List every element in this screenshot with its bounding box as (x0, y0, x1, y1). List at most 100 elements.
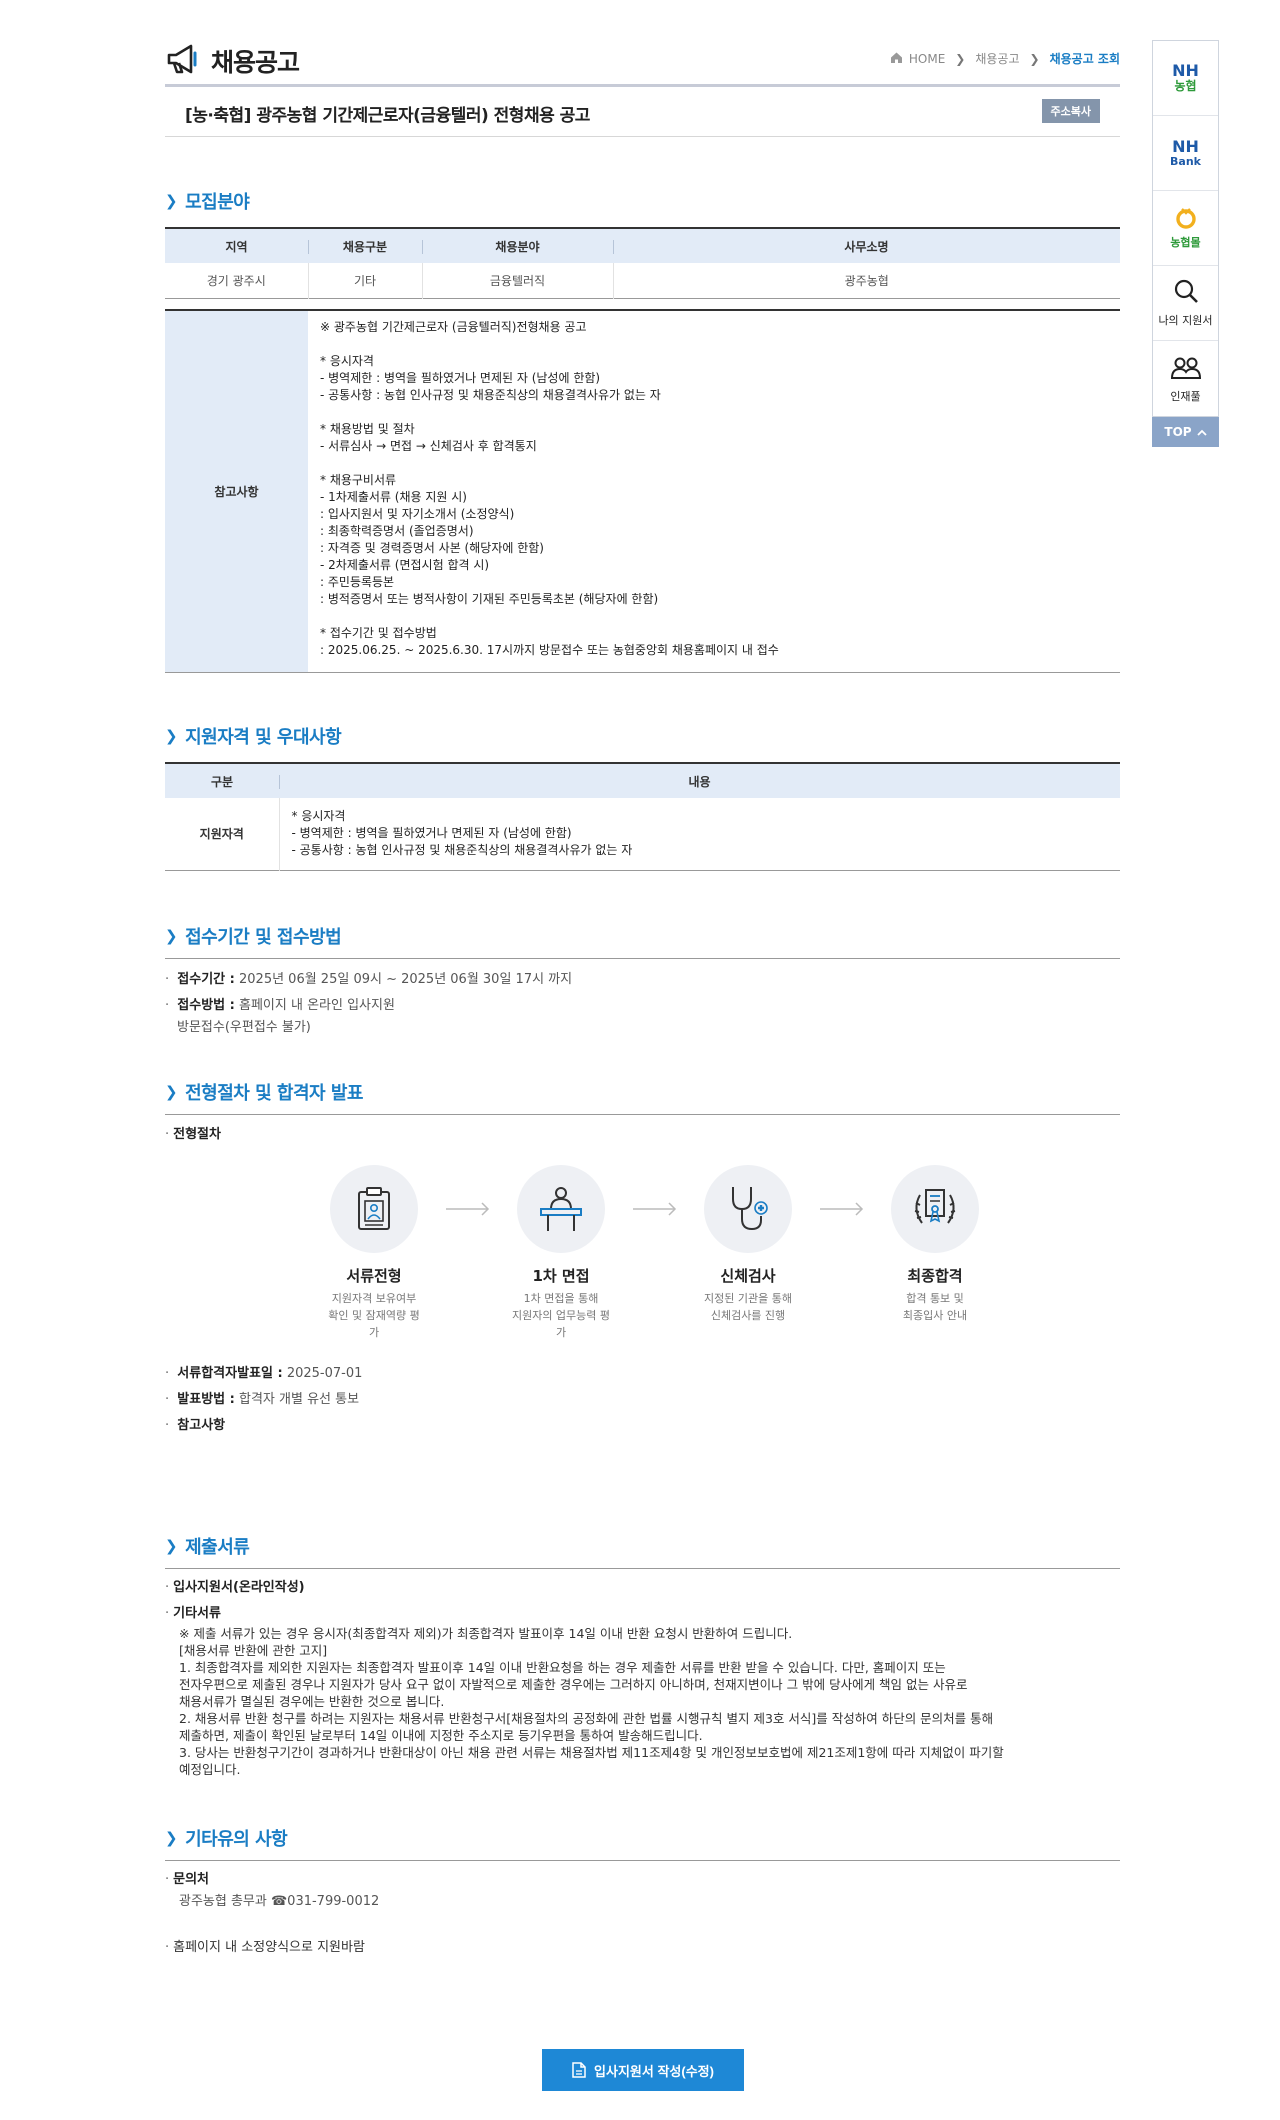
contact-value: 광주농협 총무과 ☎031-799-0012 (179, 1893, 380, 1909)
method-label: 접수방법 : (177, 997, 235, 1013)
talent-pool-link[interactable]: 인재풀 (1153, 341, 1218, 416)
step-title: 신체검사 (720, 1266, 776, 1285)
doc-date-value: 2025-07-01 (286, 1365, 363, 1381)
section-title-text: 기타유의 사항 (185, 1828, 288, 1850)
method-line-2: 방문접수(우편접수 불가) (177, 1019, 311, 1035)
doc-item-text: 기타서류 (173, 1605, 221, 1621)
chevron-right-icon: ❯ (1029, 51, 1040, 66)
page-title: 채용공고 (211, 48, 300, 77)
my-application-label: 나의 지원서 (1158, 314, 1213, 327)
reference-table: 참고사항 ※ 광주농협 기간제근로자 (금융텔러직)전형채용 공고 * 응시자격… (165, 308, 1120, 673)
mall-logo-icon (1174, 206, 1198, 234)
col-header: 구분 (165, 763, 279, 798)
apply-button[interactable]: 입사지원서 작성(수정) (542, 2049, 744, 2091)
clipboard-icon (330, 1164, 418, 1253)
step-medical: 신체검사 지정된 기관을 통해 신체검사를 진행 (698, 1164, 798, 1341)
quick-menu: NH 농협 NH Bank 농협몰 나의 지원서 인재풀 TOP (1152, 40, 1219, 447)
contact-line: 문의처 (165, 1869, 1120, 1891)
announce-value: 합격자 개별 유선 통보 (239, 1391, 360, 1407)
breadcrumb: HOME ❯ 채용공고 ❯ 채용공고 조회 (890, 50, 1120, 67)
chevron-right-icon: ❯ (165, 1536, 178, 1555)
job-title-row: [농·축협] 광주농협 기간제근로자(금융텔러) 전형채용 공고 주소복사 (165, 87, 1120, 137)
step-interview: 1차 면접 1차 면접을 통해 지원자의 업무능력 평가 (511, 1164, 611, 1341)
col-header: 채용분야 (422, 228, 613, 263)
col-header: 사무소명 (613, 228, 1120, 263)
table-header-row: 구분 내용 (165, 763, 1120, 798)
etc-info: 문의처 광주농협 총무과 ☎031-799-0012 홈페이지 내 소정양식으로… (165, 1869, 1120, 1959)
top-label: TOP (1164, 425, 1192, 439)
method-value: 홈페이지 내 온라인 입사지원 (239, 997, 395, 1013)
qualification-table: 구분 내용 지원자격 * 응시자격 - 병역제한 : 병역을 필하였거나 면제된… (165, 762, 1120, 871)
announce-info: 서류합격자발표일 : 2025-07-01 발표방법 : 합격자 개별 유선 통… (165, 1363, 1120, 1437)
table-cell: 광주농협 (612, 263, 1120, 298)
my-application-link[interactable]: 나의 지원서 (1153, 266, 1218, 341)
nonghyup-mall-link[interactable]: 농협몰 (1153, 191, 1218, 266)
step-desc: 1차 면접을 통해 지원자의 업무능력 평가 (511, 1291, 611, 1339)
breadcrumb-home[interactable]: HOME (909, 52, 945, 66)
breadcrumb-jobs[interactable]: 채용공고 (975, 50, 1019, 67)
row-content: * 응시자격 - 병역제한 : 병역을 필하였거나 면제된 자 (남성에 한함)… (291, 809, 633, 858)
arrow-right-icon (798, 1165, 885, 1341)
nh-logo-sub: 농협 (1174, 79, 1197, 93)
divider (165, 957, 1120, 959)
copy-url-button[interactable]: 주소복사 (1041, 99, 1100, 123)
section-title-text: 모집분야 (185, 192, 250, 213)
note-line: 홈페이지 내 소정양식으로 지원바람 (165, 1937, 1120, 1959)
main-container: 채용공고 HOME ❯ 채용공고 ❯ 채용공고 조회 [농·축협] 광주농협 기… (165, 0, 1120, 1959)
doc-date-line: 서류합격자발표일 : 2025-07-01 (165, 1363, 1120, 1385)
title-wrap: 채용공고 (165, 40, 300, 82)
documents-notice: ※ 제출 서류가 있는 경우 응시자(최종합격자 제외)가 최종합격자 발표이후… (179, 1625, 1004, 1777)
step-final: 최종합격 합격 통보 및 최종입사 안내 (885, 1164, 985, 1341)
method-line: 접수방법 : 홈페이지 내 온라인 입사지원 (165, 995, 1120, 1017)
step-title: 서류전형 (346, 1266, 402, 1285)
section-title-process: ❯ 전형절차 및 합격자 발표 (165, 1079, 1120, 1105)
col-header: 채용구분 (308, 228, 422, 263)
doc-date-label: 서류합격자발표일 : (177, 1365, 283, 1381)
interview-icon (517, 1164, 605, 1253)
row-label: 지원자격 (165, 798, 280, 870)
col-header: 내용 (279, 763, 1120, 798)
breadcrumb-current[interactable]: 채용공고 조회 (1050, 50, 1120, 67)
section-title-text: 접수기간 및 접수방법 (185, 926, 342, 948)
section-title-text: 지원자격 및 우대사항 (185, 727, 342, 748)
process-sub-label: 전형절차 (165, 1124, 1120, 1146)
divider (165, 1859, 1120, 1861)
divider (165, 1567, 1120, 1569)
people-icon (1170, 354, 1201, 384)
note-line: 참고사항 (165, 1415, 1120, 1437)
note-label: 참고사항 (177, 1417, 226, 1433)
doc-item-text: 입사지원서(온라인작성) (173, 1579, 305, 1595)
chevron-right-icon: ❯ (165, 1828, 178, 1847)
nh-bank-logo-text: NH (1172, 136, 1199, 156)
search-icon (1173, 278, 1199, 308)
period-line: 접수기간 : 2025년 06월 25일 09시 ~ 2025년 06월 30일… (165, 969, 1120, 991)
col-header: 지역 (165, 228, 308, 263)
section-title-etc: ❯ 기타유의 사항 (165, 1825, 1120, 1851)
chevron-right-icon: ❯ (165, 1082, 178, 1101)
nh-bank-link[interactable]: NH Bank (1153, 116, 1218, 191)
nh-nonghyup-link[interactable]: NH 농협 (1153, 41, 1218, 116)
table-header-row: 지역 채용구분 채용분야 사무소명 (165, 228, 1120, 263)
table-row: 지원자격 * 응시자격 - 병역제한 : 병역을 필하였거나 면제된 자 (남성… (165, 798, 1120, 870)
nh-bank-logo-sub: Bank (1170, 154, 1201, 168)
process-steps: 서류전형 지원자격 보유여부 확인 및 잠재역량 평가 1차 면접 1차 면접을… (324, 1164, 1120, 1341)
arrow-right-icon (611, 1165, 698, 1341)
job-title: [농·축협] 광주농협 기간제근로자(금융텔러) 전형채용 공고 (185, 106, 590, 126)
stethoscope-icon (704, 1164, 792, 1253)
scroll-top-button[interactable]: TOP (1152, 417, 1219, 447)
divider (165, 1113, 1120, 1115)
table-row: 경기 광주시 기타 금융텔러직 광주농협 (165, 263, 1120, 298)
recruit-table: 지역 채용구분 채용분야 사무소명 경기 광주시 기타 금융텔러직 광주농협 (165, 227, 1120, 299)
announce-label: 발표방법 : (177, 1391, 235, 1407)
certificate-icon (891, 1164, 979, 1253)
announce-line: 발표방법 : 합격자 개별 유선 통보 (165, 1389, 1120, 1411)
step-desc: 합격 통보 및 최종입사 안내 (902, 1291, 968, 1322)
step-title: 1차 면접 (532, 1266, 590, 1285)
section-title-qualification: ❯ 지원자격 및 우대사항 (165, 723, 1120, 749)
step-desc: 지원자격 보유여부 확인 및 잠재역량 평가 (328, 1291, 420, 1339)
reference-label: 참고사항 (165, 309, 308, 673)
period-label: 접수기간 : (177, 971, 235, 987)
apply-button-label: 입사지원서 작성(수정) (594, 2063, 714, 2079)
mall-logo-text: 농협몰 (1170, 236, 1201, 249)
table-cell: 경기 광주시 (206, 273, 266, 288)
